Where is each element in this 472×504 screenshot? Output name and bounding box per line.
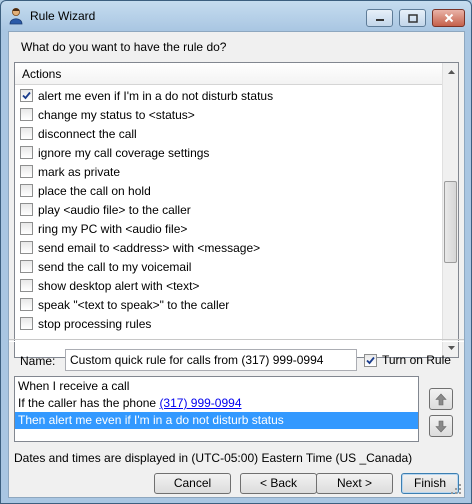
minimize-button[interactable] (366, 9, 393, 27)
description-line-then[interactable]: Then alert me even if I'm in a do not di… (15, 412, 418, 429)
action-checkbox[interactable] (20, 184, 33, 197)
minimize-icon (375, 19, 384, 21)
title-bar[interactable]: Rule Wizard (1, 1, 471, 31)
action-checkbox[interactable] (20, 127, 33, 140)
action-checkbox[interactable] (20, 146, 33, 159)
maximize-icon (407, 13, 418, 23)
checkmark-icon (22, 91, 31, 100)
action-row[interactable]: place the call on hold (15, 181, 443, 200)
window-title: Rule Wizard (30, 9, 96, 23)
arrow-down-icon (435, 420, 447, 432)
action-checkbox[interactable] (20, 317, 33, 330)
action-label: speak "<text to speak>" to the caller (38, 297, 230, 312)
action-checkbox[interactable] (20, 298, 33, 311)
checkmark-icon (366, 356, 375, 364)
resize-grip-icon[interactable] (451, 484, 462, 495)
action-label: disconnect the call (38, 126, 137, 141)
action-row[interactable]: ring my PC with <audio file> (15, 219, 443, 238)
maximize-button[interactable] (399, 9, 426, 27)
action-row[interactable]: show desktop alert with <text> (15, 276, 443, 295)
action-row[interactable]: speak "<text to speak>" to the caller (15, 295, 443, 314)
action-row[interactable]: mark as private (15, 162, 443, 181)
rule-wizard-window: Rule Wizard What do you want to have the… (0, 0, 472, 504)
action-checkbox[interactable] (20, 241, 33, 254)
description-line-if: If the caller has the phone (317) 999-09… (15, 395, 418, 412)
rule-description[interactable]: When I receive a call If the caller has … (14, 376, 419, 442)
action-label: place the call on hold (38, 183, 151, 198)
person-icon (9, 8, 23, 25)
action-label: ring my PC with <audio file> (38, 221, 188, 236)
action-checkbox[interactable] (20, 165, 33, 178)
actions-list[interactable]: Actions alert me even if I'm in a do not… (14, 62, 459, 358)
action-label: ignore my call coverage settings (38, 145, 210, 160)
timezone-note: Dates and times are displayed in (UTC-05… (14, 451, 413, 465)
action-label: play <audio file> to the caller (38, 202, 191, 217)
action-checkbox[interactable] (20, 89, 33, 102)
description-line-when: When I receive a call (18, 379, 130, 393)
scroll-thumb[interactable] (444, 181, 457, 263)
page-prompt: What do you want to have the rule do? (21, 40, 227, 54)
name-label: Name: (20, 354, 56, 368)
next-button[interactable]: Next > (316, 473, 393, 494)
description-if-text: If the caller has the phone (18, 396, 160, 410)
turn-on-rule-checkbox[interactable]: Turn on Rule (364, 353, 451, 367)
action-label: send the call to my voicemail (38, 259, 192, 274)
close-button[interactable] (432, 9, 465, 27)
scroll-up-icon (447, 70, 455, 74)
close-icon (444, 13, 453, 23)
arrow-up-icon (435, 393, 447, 405)
phone-number-link[interactable]: (317) 999-0994 (159, 396, 241, 410)
action-row[interactable]: change my status to <status> (15, 105, 443, 124)
action-row[interactable]: alert me even if I'm in a do not disturb… (15, 86, 443, 105)
action-row[interactable]: send email to <address> with <message> (15, 238, 443, 257)
scroll-up-button[interactable] (444, 64, 458, 80)
panel-splitter[interactable] (9, 339, 464, 342)
action-row[interactable]: disconnect the call (15, 124, 443, 143)
back-button[interactable]: < Back (240, 473, 317, 494)
action-row[interactable]: stop processing rules (15, 314, 443, 333)
action-label: stop processing rules (38, 316, 152, 331)
action-checkbox[interactable] (20, 203, 33, 216)
action-checkbox[interactable] (20, 222, 33, 235)
move-down-button[interactable] (429, 415, 453, 437)
action-label: alert me even if I'm in a do not disturb… (38, 88, 274, 103)
wizard-body: What do you want to have the rule do? Ac… (8, 31, 465, 498)
actions-column-header[interactable]: Actions (15, 63, 443, 85)
actions-rows: alert me even if I'm in a do not disturb… (15, 86, 443, 333)
rule-name-input[interactable]: Custom quick rule for calls from (317) 9… (65, 349, 357, 371)
action-row[interactable]: ignore my call coverage settings (15, 143, 443, 162)
turn-on-checkbox-box[interactable] (364, 353, 377, 367)
action-checkbox[interactable] (20, 279, 33, 292)
actions-scrollbar[interactable] (442, 63, 458, 357)
move-up-button[interactable] (429, 388, 453, 410)
action-checkbox[interactable] (20, 108, 33, 121)
action-label: mark as private (38, 164, 121, 179)
action-checkbox[interactable] (20, 260, 33, 273)
scroll-down-icon (447, 346, 455, 350)
action-label: change my status to <status> (38, 107, 195, 122)
action-row[interactable]: send the call to my voicemail (15, 257, 443, 276)
action-row[interactable]: play <audio file> to the caller (15, 200, 443, 219)
cancel-button[interactable]: Cancel (154, 473, 231, 494)
turn-on-label: Turn on Rule (382, 353, 451, 367)
action-label: show desktop alert with <text> (38, 278, 200, 293)
action-label: send email to <address> with <message> (38, 240, 261, 255)
